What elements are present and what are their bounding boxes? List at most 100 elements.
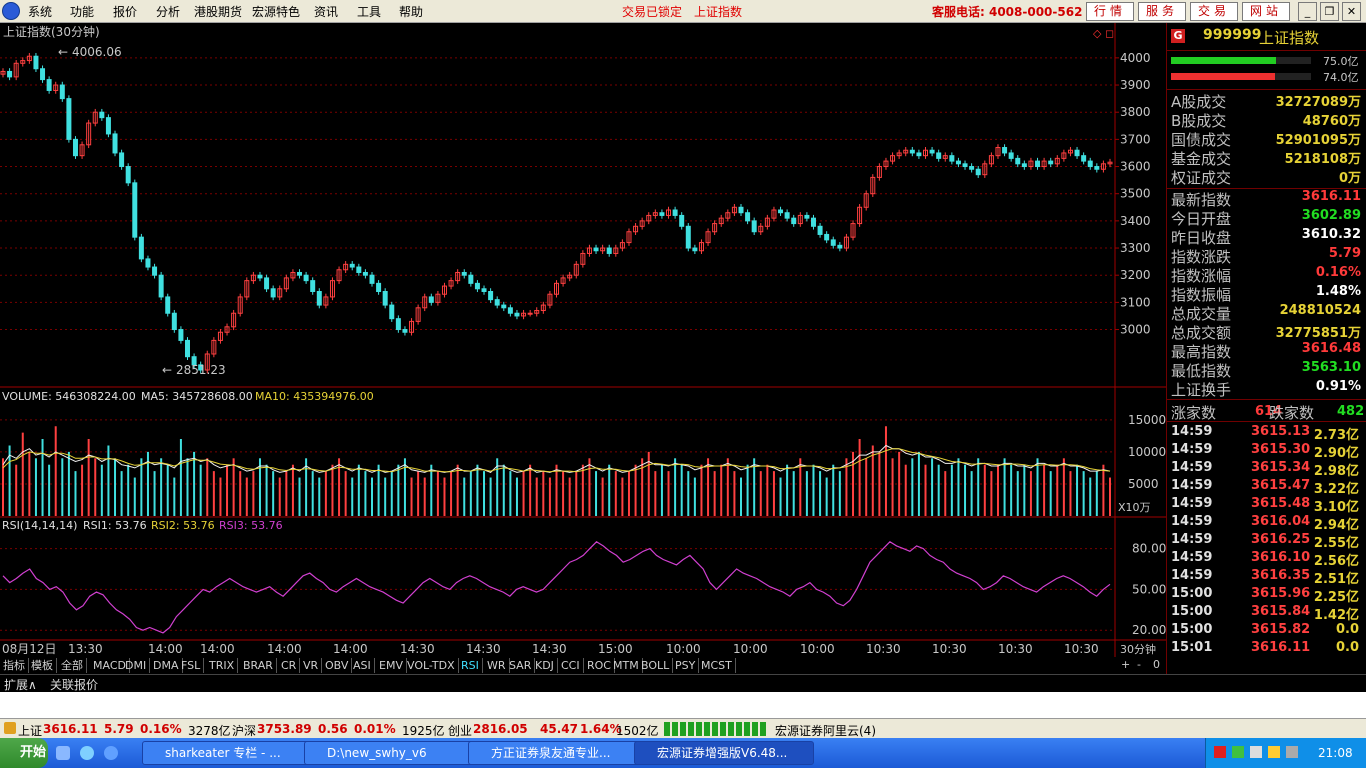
indicator-tab[interactable]: ASI xyxy=(350,658,375,673)
tick-time: 14:59 xyxy=(1171,496,1213,511)
tick-time: 14:59 xyxy=(1171,568,1213,583)
indicator-tab[interactable]: CCI xyxy=(558,658,584,673)
indicator-tab[interactable]: KDJ xyxy=(532,658,558,673)
candle xyxy=(119,152,125,168)
candle xyxy=(264,277,270,290)
tick-time: 15:00 xyxy=(1171,586,1213,601)
website-button[interactable]: 网站 xyxy=(1242,2,1290,21)
tray-app-icon[interactable] xyxy=(1232,746,1244,758)
menu-hongyuan[interactable]: 宏源特色 xyxy=(252,3,300,20)
candle xyxy=(810,217,816,227)
indicator-tab[interactable]: SAR xyxy=(506,658,536,673)
indicator-tab[interactable]: TRIX xyxy=(206,658,239,673)
menu-tools[interactable]: 工具 xyxy=(357,3,381,20)
stat-value: 248810524 xyxy=(1279,303,1361,318)
tick-price: 3615.34 xyxy=(1251,460,1311,475)
indicator-tab[interactable]: VR xyxy=(300,658,323,673)
candle xyxy=(474,282,480,290)
tick-price: 3616.04 xyxy=(1251,514,1311,529)
stat-value: 3616.11 xyxy=(1301,189,1361,204)
menu-info[interactable]: 资讯 xyxy=(314,3,338,20)
zoom-reset-button[interactable]: 0 xyxy=(1153,658,1160,671)
service-button[interactable]: 服务 xyxy=(1138,2,1186,21)
candle xyxy=(257,274,263,279)
expand-tab[interactable]: 扩展∧ xyxy=(4,676,37,693)
tick-price: 3615.48 xyxy=(1251,496,1311,511)
sh-label: 上证 xyxy=(18,724,43,738)
indicator-tab[interactable]: FSL xyxy=(178,658,205,673)
menu-function[interactable]: 功能 xyxy=(70,3,94,20)
stat-value: 3610.32 xyxy=(1301,227,1361,242)
tick-row: 14:59 3616.25 2.55亿 xyxy=(1171,532,1363,551)
zoom-out-button[interactable]: - xyxy=(1137,658,1141,671)
price-chart[interactable]: 4000 3900 3800 3700 3600 3500 3400 3300 3200 3100… xyxy=(0,23,1166,657)
x-axis-label: 10:30 xyxy=(932,642,967,656)
restore-icon[interactable]: ❐ xyxy=(1320,2,1339,21)
tray-security-icon[interactable] xyxy=(1286,746,1298,758)
indicator-tab[interactable]: 模板 xyxy=(28,658,57,673)
stat-value: 3616.48 xyxy=(1301,341,1361,356)
menu-help[interactable]: 帮助 xyxy=(399,3,423,20)
task-fangzheng[interactable]: 方正证券泉友通专业... xyxy=(468,741,650,765)
candle xyxy=(99,111,105,119)
related-quotes-tab[interactable]: 关联报价 xyxy=(50,676,98,693)
indicator-tab[interactable]: BOLL xyxy=(638,658,674,673)
trade-button[interactable]: 交易 xyxy=(1190,2,1238,21)
turnover-row: 基金成交 5218108万 xyxy=(1171,148,1363,168)
clock[interactable]: 21:08 xyxy=(1318,746,1353,760)
tick-volume: 3.10亿 xyxy=(1313,500,1359,515)
indicator-tab[interactable]: 指标 xyxy=(0,658,29,673)
quicklaunch-app-icon[interactable] xyxy=(104,746,118,760)
tray-volume-icon[interactable] xyxy=(1268,746,1280,758)
quotes-button[interactable]: 行情 xyxy=(1086,2,1134,21)
indicator-tab[interactable]: CR xyxy=(278,658,301,673)
quicklaunch-desktop-icon[interactable] xyxy=(56,746,70,760)
indicator-tab[interactable]: BRAR xyxy=(240,658,277,673)
indicator-tab[interactable]: 全部 xyxy=(58,658,87,673)
down-count-label: 跌家数 xyxy=(1269,404,1315,422)
candle xyxy=(1074,149,1080,157)
task-explorer[interactable]: D:\new_swhy_v6 xyxy=(304,741,484,765)
tick-price: 3615.96 xyxy=(1251,586,1311,601)
minimize-icon[interactable]: _ xyxy=(1298,2,1317,21)
start-button[interactable]: 开始 xyxy=(0,738,48,768)
candle xyxy=(791,217,797,225)
quicklaunch-ie-icon[interactable] xyxy=(80,746,94,760)
ma10-header: MA10: 435394976.00 xyxy=(255,390,374,403)
zoom-in-button[interactable]: + xyxy=(1121,658,1130,671)
x-axis-label: 10:30 xyxy=(998,642,1033,656)
candle xyxy=(745,212,751,222)
menu-hk-futures[interactable]: 港股期货 xyxy=(194,3,242,20)
period-label[interactable]: 30分钟 xyxy=(1120,642,1156,656)
tray-network-icon[interactable] xyxy=(1250,746,1262,758)
tray-ime-icon[interactable] xyxy=(1214,746,1226,758)
menu-quotes[interactable]: 报价 xyxy=(113,3,137,20)
indicator-tab[interactable]: MCST xyxy=(698,658,736,673)
indicator-tab[interactable]: DMI xyxy=(122,658,151,673)
menu-system[interactable]: 系统 xyxy=(28,3,52,20)
menu-analysis[interactable]: 分析 xyxy=(156,3,180,20)
indicator-tab[interactable]: VOL-TDX xyxy=(404,658,459,673)
stat-value: 0.16% xyxy=(1315,265,1361,280)
candle xyxy=(1094,166,1100,170)
hs-change: 0.56 xyxy=(318,722,348,736)
close-icon[interactable]: ✕ xyxy=(1342,2,1361,21)
candle xyxy=(955,160,961,165)
hs-label: 沪深 xyxy=(232,724,257,738)
down-volume-value: 74.0亿 xyxy=(1323,71,1359,84)
diamond-icon[interactable]: ◇ ◻ xyxy=(1093,27,1114,40)
broker-server[interactable]: 宏源证券阿里云(4) xyxy=(775,722,876,739)
ticker-icon[interactable] xyxy=(4,722,16,734)
indicator-tab[interactable]: OBV xyxy=(322,658,353,673)
indicator-tab[interactable]: RSI xyxy=(458,658,483,673)
indicator-tab[interactable]: EMV xyxy=(376,658,407,673)
stat-value: 1.48% xyxy=(1315,284,1361,299)
indicator-tab[interactable]: PSY xyxy=(672,658,700,673)
x-axis-label: 10:00 xyxy=(733,642,768,656)
task-browser[interactable]: sharkeater 专栏 - ... xyxy=(142,741,318,765)
tick-volume: 0.0 xyxy=(1335,640,1359,655)
x-axis-label: 10:30 xyxy=(1064,642,1099,656)
trade-locked-status[interactable]: 交易已锁定 xyxy=(622,3,682,20)
task-hongyuan[interactable]: 宏源证券增强版V6.48... xyxy=(634,741,814,765)
volume-unit: X10万 xyxy=(1118,501,1151,514)
